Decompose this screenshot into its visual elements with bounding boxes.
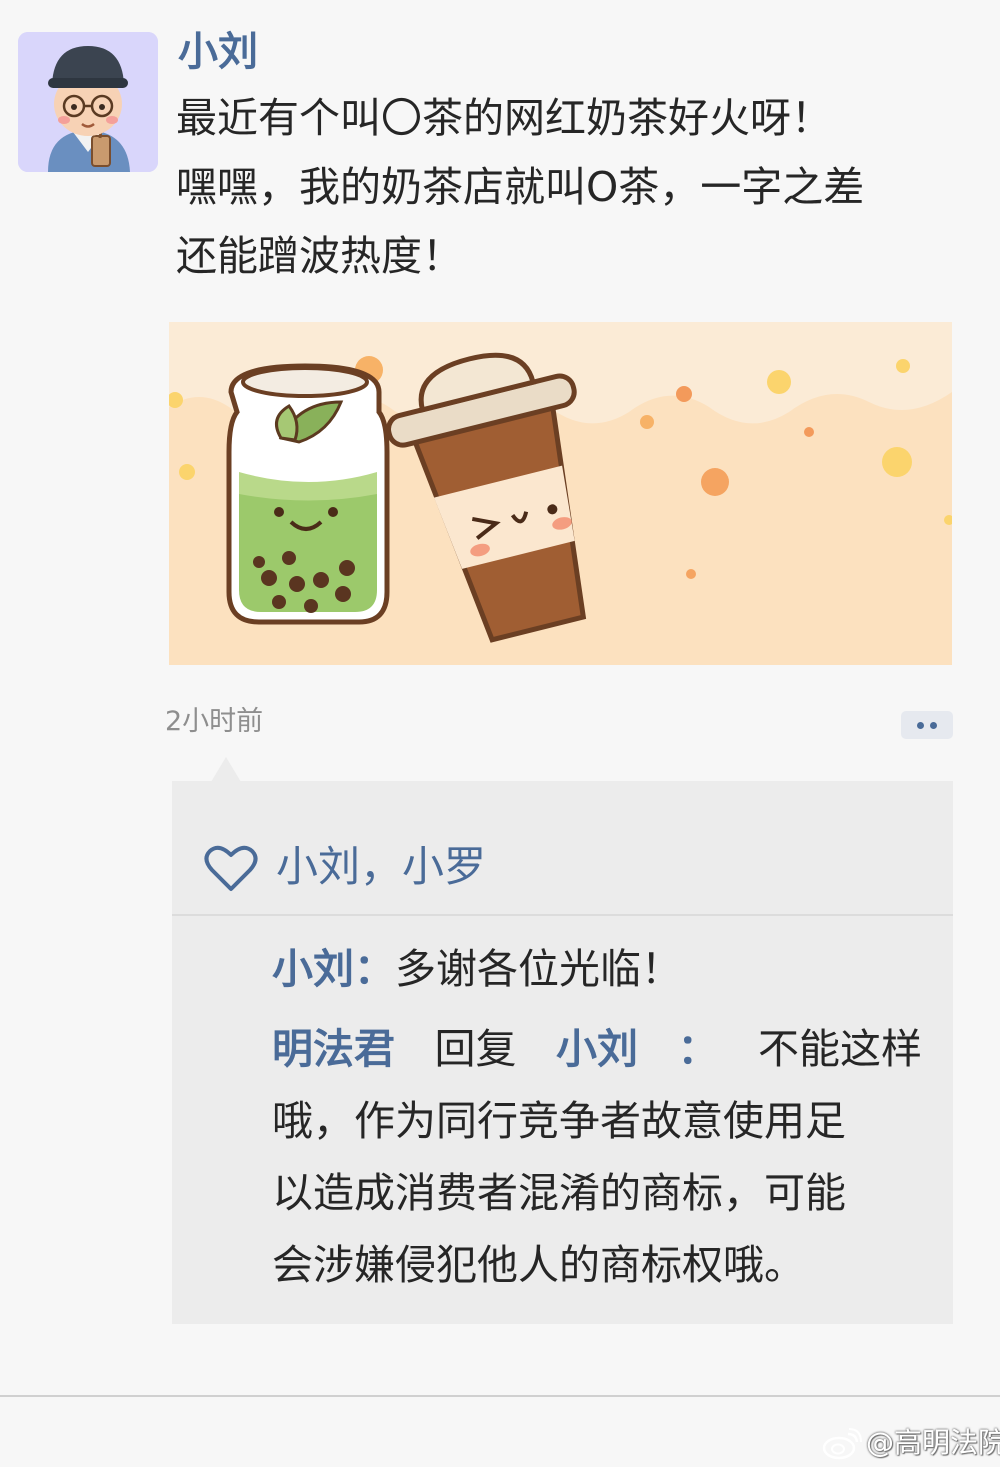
heart-icon [204,845,258,891]
watermark: @高明法院 [822,1423,1000,1463]
comment-author[interactable]: 小刘 [272,945,354,993]
post-image-milk-tea[interactable] [169,322,952,665]
likes-row: 小刘，小罗 [172,781,953,916]
bottom-divider [0,1395,1000,1397]
avatar-illustration [18,32,158,172]
post-text: 最近有个叫〇茶的网红奶茶好火呀！ 嘿嘿，我的奶茶店就叫O茶，一字之差 还能蹭波热… [176,84,976,291]
reply-word: 回复 [434,1025,517,1073]
more-dots-icon [930,722,937,729]
likes-names[interactable]: 小刘，小罗 [276,839,486,895]
reply-to-name[interactable]: 小刘 [556,1013,638,1085]
more-dots-icon [917,722,924,729]
author-avatar[interactable] [18,32,158,172]
post-timestamp: 2小时前 [165,706,264,737]
watermark-text: @高明法院 [866,1426,1000,1459]
comment-area-pointer [211,757,241,782]
milk-tea-illustration [169,322,952,665]
post-author-name[interactable]: 小刘 [178,26,258,78]
comment-text-line: 哦，作为同行竞争者故意使用足 [272,1097,846,1145]
comment-area: 小刘，小罗 小刘：多谢各位光临！ 明法君 回复 小刘 ： 不能这样 哦，作为同行… [172,781,953,1324]
comment-text: 多谢各位光临！ [395,945,682,993]
comment-separator: ： [677,1025,719,1073]
weibo-logo-icon [822,1428,862,1460]
comment-first-line: 明法君 回复 小刘 ： 不能这样 [272,1013,922,1085]
comment-item[interactable]: 小刘：多谢各位光临！ [272,941,682,997]
comment-item[interactable]: 明法君 回复 小刘 ： 不能这样 哦，作为同行竞争者故意使用足 以造成消费者混淆… [272,1013,922,1301]
comment-text: 不能这样 [758,1025,922,1073]
more-actions-button[interactable] [901,711,953,739]
post-text-line: 嘿嘿，我的奶茶店就叫O茶，一字之差 [176,163,865,211]
post-text-line: 最近有个叫〇茶的网红奶茶好火呀！ [176,94,832,142]
post-text-line: 还能蹭波热度！ [176,232,463,280]
comment-separator: ： [354,945,395,993]
comment-text-line: 会涉嫌侵犯他人的商标权哦。 [272,1241,805,1289]
comment-author[interactable]: 明法君 [272,1013,395,1085]
comment-text-line: 以造成消费者混淆的商标，可能 [272,1169,846,1217]
